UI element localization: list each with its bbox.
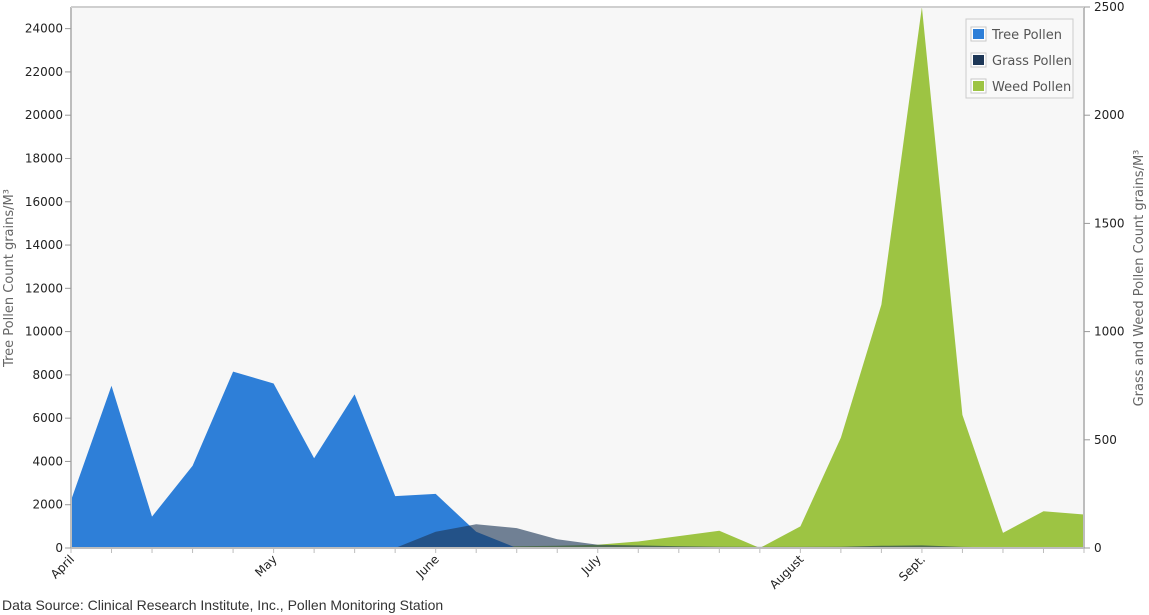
legend: Tree Pollen Grass Pollen Weed Pollen xyxy=(965,18,1074,99)
y-tick-label-right: 2500 xyxy=(1094,0,1125,14)
y-tick-label-left: 14000 xyxy=(25,238,63,252)
left-axis-title: Tree Pollen Count grains/M³ xyxy=(2,189,17,368)
y-tick-label-right: 0 xyxy=(1094,541,1102,555)
legend-swatch-grass-pollen xyxy=(973,55,984,65)
legend-swatch-weed-pollen xyxy=(973,81,984,91)
y-tick-label-left: 0 xyxy=(55,541,63,555)
legend-swatch-tree-pollen xyxy=(973,29,984,39)
y-tick-label-left: 8000 xyxy=(32,368,63,382)
y-tick-label-left: 16000 xyxy=(25,195,63,209)
y-tick-label-left: 12000 xyxy=(25,281,63,295)
legend-label[interactable]: Weed Pollen xyxy=(992,80,1071,95)
y-tick-label-left: 22000 xyxy=(25,65,63,79)
legend-label[interactable]: Tree Pollen xyxy=(991,28,1062,43)
x-tick-label: June xyxy=(413,552,442,581)
y-tick-label-left: 2000 xyxy=(32,498,63,512)
left-y-axis-ticks: 0 2000 4000 6000 8000 10000 12000 14000 16000 180… xyxy=(25,22,71,555)
y-tick-label-right: 1500 xyxy=(1094,216,1125,230)
y-tick-label-right: 1000 xyxy=(1094,325,1125,339)
y-tick-label-right: 2000 xyxy=(1094,108,1125,122)
x-tick-label: Sept. xyxy=(896,552,928,584)
x-tick-label: July xyxy=(578,552,604,578)
x-tick-label: August xyxy=(767,552,807,590)
legend-label[interactable]: Grass Pollen xyxy=(992,54,1072,69)
right-y-axis-ticks: 0 500 1000 1500 2000 2500 xyxy=(1084,0,1125,555)
x-tick-label: April xyxy=(48,552,77,581)
y-tick-label-left: 24000 xyxy=(25,22,63,36)
y-tick-label-left: 20000 xyxy=(25,108,63,122)
data-source-note: Data Source: Clinical Research Institute… xyxy=(2,597,444,613)
y-tick-label-right: 500 xyxy=(1094,433,1117,447)
x-tick-label: May xyxy=(252,552,279,579)
x-axis-ticks: April May June July August Sept. xyxy=(48,548,1085,590)
y-tick-label-left: 4000 xyxy=(32,454,63,468)
y-tick-label-left: 10000 xyxy=(25,325,63,339)
y-tick-label-left: 6000 xyxy=(32,411,63,425)
pollen-area-chart: April May June July August Sept. 0 2000 4000 600… xyxy=(2,0,1147,590)
y-tick-label-left: 18000 xyxy=(25,151,63,165)
right-axis-title: Grass and Weed Pollen Count grains/M³ xyxy=(1132,150,1147,407)
